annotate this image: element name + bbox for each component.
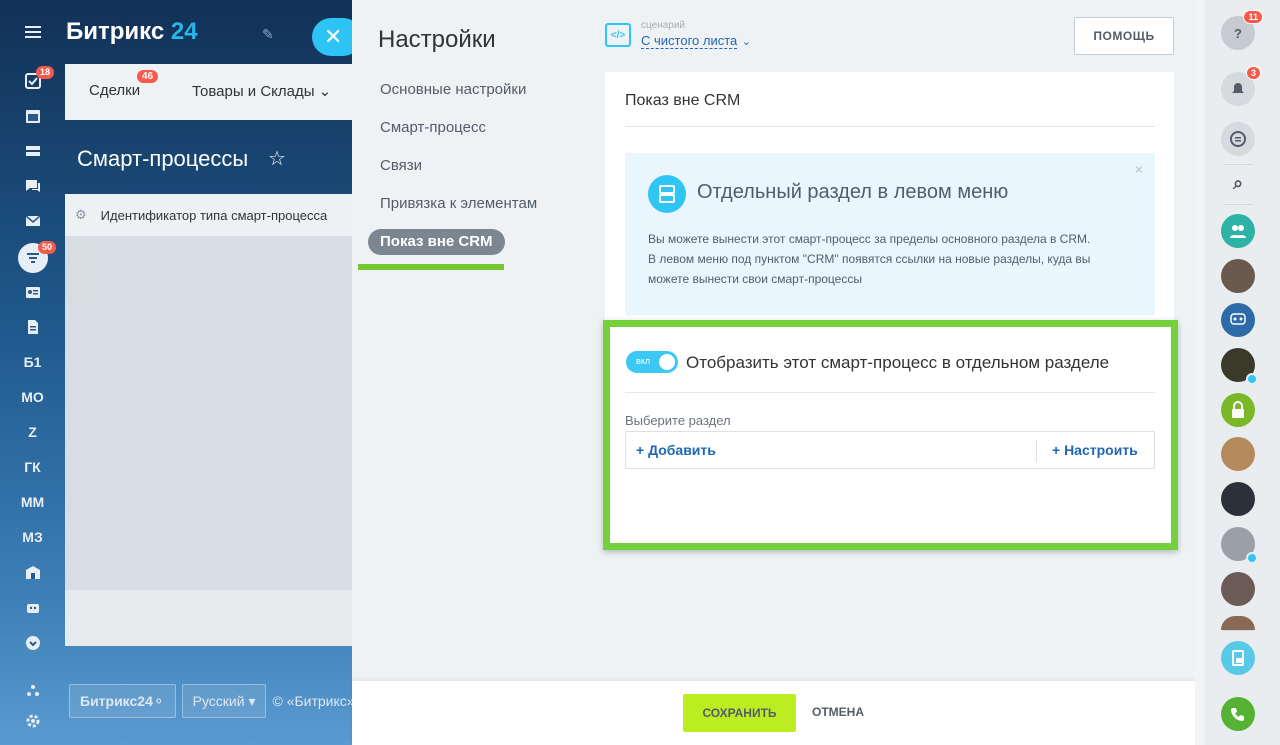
group-gk[interactable]: ГК xyxy=(0,452,65,482)
grid-settings-gear-icon[interactable]: ⚙ xyxy=(75,207,87,223)
structure-icon[interactable] xyxy=(0,676,65,706)
settings-gear-icon[interactable] xyxy=(0,706,65,736)
sections-icon xyxy=(648,175,686,213)
copyright-text: © «Битрикс» xyxy=(272,693,352,709)
avatar[interactable] xyxy=(1221,527,1258,564)
grid-footer xyxy=(65,590,352,646)
menu-item-show-outside-crm[interactable]: Показ вне CRM xyxy=(368,229,505,255)
avatar[interactable] xyxy=(1221,348,1258,385)
grid-header: ⚙ Идентификатор типа смарт-процесса xyxy=(65,194,352,236)
crm-top-tabs: Сделки 46 Товары и Склады ⌄ xyxy=(65,64,352,120)
tab-goods-warehouses[interactable]: Товары и Склады ⌄ xyxy=(192,82,331,100)
group-mo[interactable]: МО xyxy=(0,382,65,412)
group-b1[interactable]: Б1 xyxy=(0,347,65,377)
store-icon[interactable] xyxy=(0,557,65,587)
document-icon[interactable] xyxy=(0,312,65,342)
cancel-button[interactable]: ОТМЕНА xyxy=(812,705,864,719)
chat-icon[interactable] xyxy=(0,171,65,201)
drive-icon[interactable] xyxy=(0,136,65,166)
live-feed-icon[interactable] xyxy=(1221,122,1255,156)
slider-title: Настройки xyxy=(378,26,496,53)
divider xyxy=(1223,164,1253,165)
right-sidebar: ? 11 3 ⌕ xyxy=(1205,0,1280,745)
info-block: × Отдельный раздел в левом меню Вы может… xyxy=(625,153,1155,315)
scenario-selector[interactable]: </> сценарий С чистого листа ⌄ xyxy=(605,20,751,50)
section-selector[interactable]: + Добавить + Настроить xyxy=(625,431,1155,469)
avatar[interactable] xyxy=(1221,482,1255,516)
help-button[interactable]: ПОМОЩЬ xyxy=(1074,17,1174,55)
crm-funnel-icon[interactable]: 50 xyxy=(0,241,65,273)
configure-section-link[interactable]: + Настроить xyxy=(1052,442,1138,458)
menu-highlight-underline xyxy=(358,264,504,270)
robot-icon[interactable] xyxy=(0,592,65,622)
info-title: Отдельный раздел в левом меню xyxy=(697,181,1009,203)
toggle-state-label: вкл xyxy=(636,356,651,366)
save-button[interactable]: СОХРАНИТЬ xyxy=(683,694,796,732)
divider xyxy=(625,126,1155,127)
chevron-down-icon: ⌄ xyxy=(741,36,751,48)
close-icon[interactable]: × xyxy=(1135,161,1143,177)
scenario-caption: сценарий xyxy=(641,20,685,31)
calendar-icon[interactable] xyxy=(0,101,65,131)
divider xyxy=(1036,440,1037,462)
lock-icon[interactable] xyxy=(1221,393,1255,427)
avatar[interactable] xyxy=(1221,437,1255,471)
grid-column-header: Идентификатор типа смарт-процесса xyxy=(100,207,328,223)
more-chevron-icon[interactable] xyxy=(0,628,65,658)
favorite-star-icon[interactable]: ☆ xyxy=(268,146,286,171)
show-in-section-toggle[interactable]: вкл xyxy=(626,351,678,373)
left-menu: 18 50 Б1 МО Z ГК ММ МЗ xyxy=(0,0,65,745)
file-upload-icon[interactable] xyxy=(1221,641,1255,675)
bottom-action-bar: СОХРАНИТЬ ОТМЕНА xyxy=(352,681,1195,745)
footer-brand-button[interactable]: Битрикс24 ⚬ xyxy=(69,684,176,718)
group-mm[interactable]: ММ xyxy=(0,487,65,517)
scenario-value[interactable]: С чистого листа xyxy=(641,33,738,49)
tab-deals[interactable]: Сделки xyxy=(89,82,140,99)
avatar[interactable] xyxy=(1221,616,1255,630)
card-title: Показ вне CRM xyxy=(625,92,741,109)
team-chat-icon[interactable] xyxy=(1221,303,1255,337)
toggle-caption: Отобразить этот смарт-процесс в отдельно… xyxy=(686,353,1110,372)
status-dot xyxy=(1246,373,1258,385)
avatar[interactable] xyxy=(1221,572,1255,606)
toggle-knob xyxy=(659,354,675,370)
menu-item-binding[interactable]: Привязка к элементам xyxy=(368,191,549,217)
pencil-icon[interactable]: ✎ xyxy=(262,26,274,43)
portal-footer: Битрикс24 ⚬ Русский ▾ © «Битрикс» xyxy=(69,684,352,718)
group-chat-icon[interactable] xyxy=(1221,214,1255,248)
menu-item-relations[interactable]: Связи xyxy=(368,153,434,179)
hamburger-icon[interactable] xyxy=(0,17,65,47)
tasks-badge: 18 xyxy=(36,66,55,79)
language-select[interactable]: Русский ▾ xyxy=(181,684,267,718)
group-mz[interactable]: МЗ xyxy=(0,522,65,552)
mail-icon[interactable] xyxy=(0,206,65,236)
notifications-bell-icon[interactable]: 3 xyxy=(1221,66,1261,106)
contact-card-icon[interactable] xyxy=(0,277,65,307)
background-portal: 18 50 Б1 МО Z ГК ММ МЗ Битрикс 24 ✎ Сдел… xyxy=(0,0,352,745)
scrollbar[interactable] xyxy=(1195,0,1205,745)
help-badge: 11 xyxy=(1243,10,1263,24)
menu-item-general[interactable]: Основные настройки xyxy=(368,77,538,103)
search-icon[interactable]: ⌕ xyxy=(1221,166,1255,200)
avatar[interactable] xyxy=(1221,259,1255,293)
add-section-link[interactable]: + Добавить xyxy=(636,442,716,458)
crm-badge: 50 xyxy=(38,241,57,254)
divider xyxy=(625,392,1155,393)
grid-area: ⚙ Идентификатор типа смарт-процесса xyxy=(65,194,352,646)
divider xyxy=(1223,204,1253,205)
menu-item-smart-process[interactable]: Смарт-процесс xyxy=(368,115,498,141)
portal-logo[interactable]: Битрикс 24 xyxy=(66,18,198,46)
info-text: Вы можете вынести этот смарт-процесс за … xyxy=(648,232,1091,286)
deals-badge: 46 xyxy=(137,70,159,83)
group-z[interactable]: Z xyxy=(0,417,65,447)
help-question-icon[interactable]: ? 11 xyxy=(1221,10,1263,50)
divider xyxy=(1223,630,1253,631)
notifications-badge: 3 xyxy=(1245,66,1261,80)
page-title: Смарт-процессы xyxy=(77,146,249,171)
tasks-icon[interactable]: 18 xyxy=(0,66,65,96)
code-icon: </> xyxy=(605,23,631,47)
choose-section-label: Выберите раздел xyxy=(625,413,731,428)
status-dot xyxy=(1246,552,1258,564)
phone-icon[interactable] xyxy=(1221,697,1255,731)
